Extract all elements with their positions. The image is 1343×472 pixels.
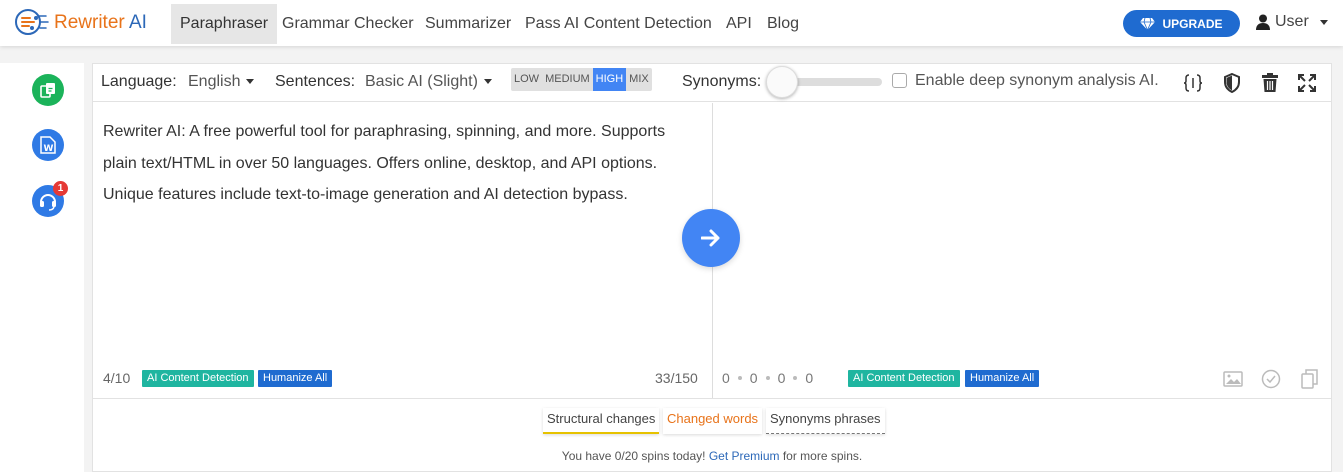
braces-icon <box>1183 74 1203 92</box>
level-medium[interactable]: MEDIUM <box>542 68 593 91</box>
top-navbar: Rewriter AI Paraphraser Grammar Checker … <box>0 0 1343 46</box>
image-icon <box>1223 371 1243 387</box>
user-label: User <box>1275 13 1309 30</box>
editor-bottom-divider <box>93 398 1331 399</box>
spins-info: You have 0/20 spins today! Get Premium f… <box>93 449 1331 463</box>
nav-summarizer[interactable]: Summarizer <box>416 4 520 44</box>
expand-icon <box>1298 74 1316 92</box>
shield-icon <box>1224 73 1240 93</box>
nav-blog[interactable]: Blog <box>758 4 808 44</box>
separator-dot <box>737 376 742 380</box>
ai-detection-tag-right[interactable]: AI Content Detection <box>848 370 960 387</box>
copy-document-icon <box>40 83 55 98</box>
level-mix[interactable]: MIX <box>626 68 652 91</box>
sentences-select[interactable]: Basic AI (Slight) <box>365 73 492 91</box>
output-stat-3: 0 <box>777 370 786 386</box>
humanize-tag-right[interactable]: Humanize All <box>965 370 1040 387</box>
legend-changed-words: Changed words <box>663 408 763 434</box>
notification-badge: 1 <box>53 181 68 196</box>
brand-logo[interactable]: Rewriter AI <box>12 6 147 40</box>
word-count: 33/150 <box>655 370 698 386</box>
output-editor[interactable] <box>713 103 1331 399</box>
braces-button[interactable] <box>1182 72 1204 94</box>
delete-button[interactable] <box>1259 72 1281 94</box>
copy-document-button[interactable] <box>32 74 64 106</box>
output-stats: 0 0 0 0 <box>722 370 813 386</box>
legend-synonyms-phrases: Synonyms phrases <box>766 408 885 434</box>
brand-name: Rewriter AI <box>54 12 147 34</box>
copy-output-button[interactable] <box>1299 368 1321 390</box>
spins-suffix: for more spins. <box>782 449 863 463</box>
word-document-button[interactable]: W <box>32 129 64 161</box>
input-text[interactable]: Rewriter AI: A free powerful tool for pa… <box>103 116 703 211</box>
deep-synonym-label[interactable]: Enable deep synonym analysis AI. <box>915 72 1159 90</box>
diamond-icon <box>1140 17 1156 30</box>
separator-dot <box>765 376 770 380</box>
svg-text:W: W <box>44 144 54 154</box>
copy-icon <box>1301 369 1318 389</box>
upgrade-button[interactable]: UPGRADE <box>1123 10 1240 37</box>
language-select[interactable]: English <box>188 73 255 91</box>
level-low[interactable]: LOW <box>511 68 542 91</box>
shield-button[interactable] <box>1221 72 1243 94</box>
output-stat-1: 0 <box>722 370 730 386</box>
chevron-down-icon <box>1319 19 1328 25</box>
sentences-label: Sentences: <box>275 73 356 90</box>
output-stat-2: 0 <box>749 370 758 386</box>
chevron-down-icon <box>246 79 255 85</box>
humanize-tag-left[interactable]: Humanize All <box>258 370 333 387</box>
rewrite-level-group: LOW MEDIUM HIGH MIX <box>511 68 652 91</box>
spins-prefix: You have 0/20 spins today! <box>561 449 706 463</box>
editor-toolbar: Language: English Sentences: Basic AI (S… <box>93 64 1331 102</box>
nav-grammar-checker[interactable]: Grammar Checker <box>273 4 423 44</box>
expand-button[interactable] <box>1296 72 1318 94</box>
paraphraser-panel: Language: English Sentences: Basic AI (S… <box>92 63 1332 472</box>
brand-name-main: Rewriter <box>54 12 125 33</box>
trash-icon <box>1262 73 1278 92</box>
user-icon <box>1256 14 1270 30</box>
nav-api[interactable]: API <box>717 4 761 44</box>
brand-name-ai: AI <box>128 12 147 33</box>
separator-dot <box>793 376 798 380</box>
input-editor[interactable]: Rewriter AI: A free powerful tool for pa… <box>93 103 712 399</box>
sentences-value: Basic AI (Slight) <box>365 73 478 90</box>
nav-pass-ai-detection[interactable]: Pass AI Content Detection <box>516 4 721 44</box>
nav-paraphraser[interactable]: Paraphraser <box>171 4 278 44</box>
check-circle-icon <box>1261 369 1281 389</box>
ai-detection-tag-left[interactable]: AI Content Detection <box>142 370 254 387</box>
deep-synonym-checkbox[interactable] <box>892 73 907 88</box>
language-label: Language: <box>101 73 177 90</box>
legend-structural-changes: Structural changes <box>543 408 660 434</box>
user-menu[interactable]: User <box>1256 13 1328 31</box>
word-document-icon: W <box>40 136 56 154</box>
synonyms-slider-thumb[interactable] <box>766 66 798 98</box>
output-stat-4: 0 <box>805 370 814 386</box>
image-button[interactable] <box>1222 368 1244 390</box>
level-high[interactable]: HIGH <box>592 68 627 91</box>
language-value: English <box>188 73 241 90</box>
paraphrase-button[interactable] <box>682 209 740 267</box>
upgrade-label: UPGRADE <box>1162 16 1223 31</box>
synonyms-label: Synonyms: <box>682 73 762 90</box>
chevron-down-icon <box>483 79 492 85</box>
check-button[interactable] <box>1260 368 1282 390</box>
get-premium-link[interactable]: Get Premium <box>709 449 780 463</box>
arrow-right-icon <box>701 229 720 247</box>
left-sidebar: W 1 <box>0 63 84 472</box>
logo-brain-icon <box>12 6 52 40</box>
sentence-count: 4/10 <box>103 370 131 386</box>
